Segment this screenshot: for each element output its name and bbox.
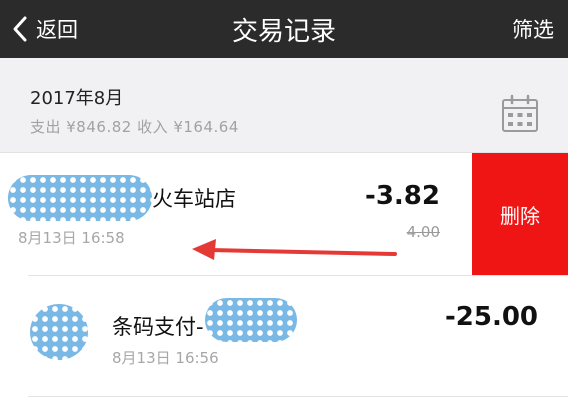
original-amount: 4.00 xyxy=(406,223,440,241)
delete-button[interactable]: 删除 xyxy=(472,153,568,275)
month-summary-section: 2017年8月 支出 ¥846.82 收入 ¥164.64 xyxy=(0,58,568,153)
month-title: 2017年8月 xyxy=(30,88,124,109)
row-divider xyxy=(28,396,568,397)
transaction-row[interactable]: 条码支付- 8月13日 16:56 -25.00 xyxy=(0,276,568,396)
page-title: 交易记录 xyxy=(231,16,336,47)
calendar-icon[interactable] xyxy=(500,94,540,134)
navigation-bar: 返回 交易记录 筛选 xyxy=(0,0,568,58)
swipe-left-arrow-icon xyxy=(190,236,400,266)
merchant-name-mask xyxy=(205,298,297,342)
month-totals: 支出 ¥846.82 收入 ¥164.64 xyxy=(30,118,239,136)
transaction-amount: -3.82 xyxy=(365,181,440,211)
chevron-left-icon xyxy=(10,13,34,45)
merchant-name: 条码支付- xyxy=(112,315,204,339)
back-button[interactable]: 返回 xyxy=(10,9,78,49)
transaction-amount: -25.00 xyxy=(444,302,538,332)
merchant-logo-masked xyxy=(30,304,88,360)
back-label: 返回 xyxy=(36,18,78,42)
transaction-time: 8月13日 16:56 xyxy=(112,349,219,367)
merchant-name: 火车站店 xyxy=(152,187,236,211)
merchant-logo-masked xyxy=(8,175,152,221)
filter-button[interactable]: 筛选 xyxy=(512,0,554,58)
transaction-time: 8月13日 16:58 xyxy=(18,229,125,247)
